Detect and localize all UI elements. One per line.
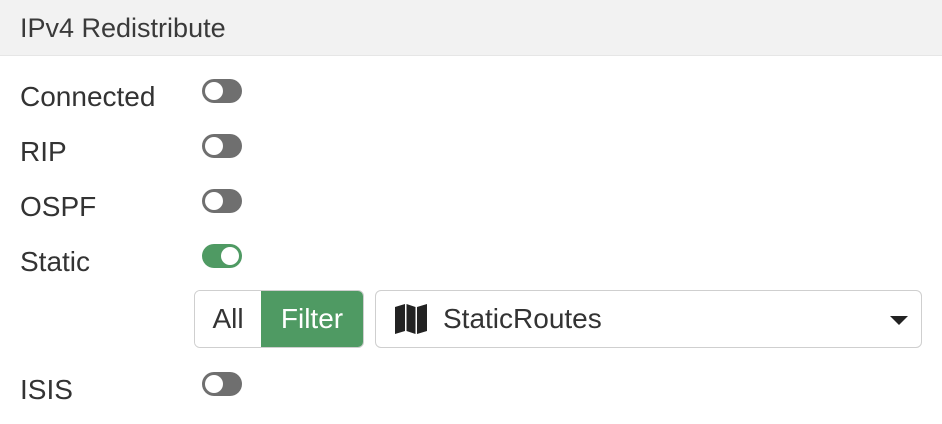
ospf-label: OSPF <box>20 191 97 222</box>
all-segment-button[interactable]: All <box>195 291 261 347</box>
connected-toggle[interactable] <box>202 79 242 103</box>
rip-label: RIP <box>20 136 67 167</box>
isis-label: ISIS <box>20 374 73 405</box>
static-label: Static <box>20 246 91 277</box>
toggle-knob <box>205 137 223 155</box>
toggle-knob <box>221 247 239 265</box>
map-icon <box>395 304 427 334</box>
toggle-knob <box>205 375 223 393</box>
static-toggle[interactable] <box>202 244 242 268</box>
route-map-value: StaticRoutes <box>443 303 602 334</box>
section-header: IPv4 Redistribute <box>0 0 942 56</box>
toggle-knob <box>205 82 223 100</box>
isis-toggle[interactable] <box>202 372 242 396</box>
static-filter-segmented-control: All Filter <box>194 290 364 348</box>
toggle-knob <box>205 192 223 210</box>
ospf-toggle[interactable] <box>202 189 242 213</box>
connected-label: Connected <box>20 81 156 112</box>
rip-toggle[interactable] <box>202 134 242 158</box>
section-title: IPv4 Redistribute <box>20 13 226 43</box>
route-map-select[interactable]: StaticRoutes <box>375 290 922 348</box>
filter-segment-button[interactable]: Filter <box>261 291 363 347</box>
caret-down-icon <box>890 316 908 325</box>
